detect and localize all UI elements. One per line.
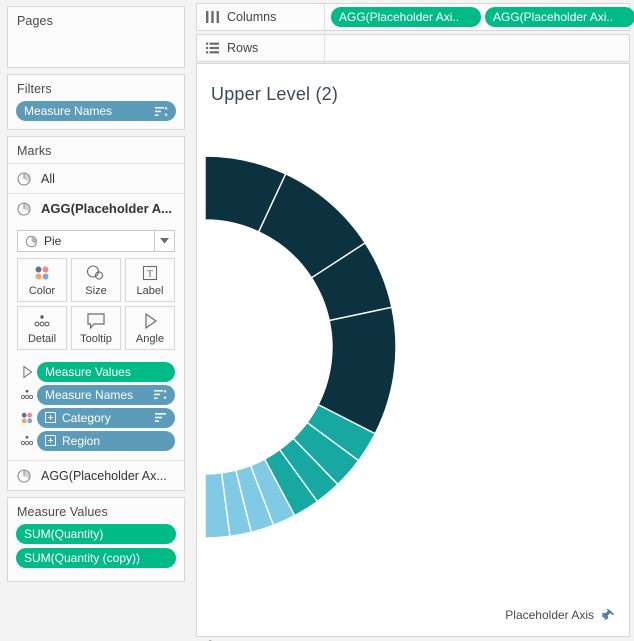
columns-shelf-label: Columns <box>227 10 277 24</box>
pie-icon <box>25 235 38 248</box>
label-text-icon: T <box>142 263 158 283</box>
color-dots-icon <box>32 263 52 283</box>
svg-text:T: T <box>147 269 153 279</box>
mark-type-label: Pie <box>44 234 62 248</box>
size-button[interactable]: Size <box>71 258 121 302</box>
columns-shelf-body[interactable]: AGG(Placeholder Axi.. AGG(Placeholder Ax… <box>325 4 634 30</box>
mark-pill-label: Region <box>62 433 101 448</box>
size-button-label: Size <box>85 285 107 297</box>
columns-shelf[interactable]: Columns AGG(Placeholder Axi.. AGG(Placeh… <box>196 3 634 31</box>
rows-shelf-label: Rows <box>227 41 259 55</box>
marks-row-agg-placeholder[interactable]: AGG(Placeholder A... <box>8 193 184 223</box>
donut-chart[interactable] <box>197 64 629 636</box>
marks-row-agg-label: AGG(Placeholder A... <box>41 201 172 216</box>
donut-segments <box>204 155 397 539</box>
size-circles-icon <box>85 263 107 283</box>
columns-pill-placeholder-axis-1[interactable]: AGG(Placeholder Axi.. <box>331 7 481 27</box>
columns-icon <box>206 11 219 23</box>
filters-title: Filters <box>17 82 52 96</box>
detail-button-label: Detail <box>27 333 57 345</box>
pin-icon[interactable] <box>601 608 615 622</box>
pages-card: Pages <box>7 6 185 68</box>
filters-card: Filters Measure Names <box>7 74 185 130</box>
marks-row-agg-placeholder-2[interactable]: AGG(Placeholder Ax... <box>8 460 184 490</box>
mark-type-wrap: Pie <box>8 223 184 258</box>
mark-pill-label: Measure Names <box>45 387 134 402</box>
chevron-down-icon[interactable] <box>154 231 174 251</box>
label-button-label: Label <box>136 285 164 297</box>
visualization-pane[interactable]: Upper Level (2) 0 Placeholder Axis <box>196 63 630 641</box>
detail-dots-icon <box>17 434 37 447</box>
axis-title[interactable]: Placeholder Axis <box>505 608 615 622</box>
mark-pill-row-category: Category <box>17 406 175 429</box>
marks-row-all[interactable]: All <box>8 163 184 193</box>
measure-value-pill-label: SUM(Quantity (copy)) <box>24 551 141 565</box>
label-button[interactable]: T Label <box>125 258 175 302</box>
mark-pill-row-region: Region <box>17 429 175 452</box>
mark-pill-region[interactable]: Region <box>37 430 175 451</box>
angle-icon <box>141 311 159 331</box>
marks-title: Marks <box>17 144 52 158</box>
expand-plus-icon[interactable] <box>45 412 56 423</box>
marks-row-agg2-label: AGG(Placeholder Ax... <box>41 468 167 483</box>
rows-shelf-body[interactable] <box>325 35 629 61</box>
measure-value-pill-label: SUM(Quantity) <box>24 527 104 541</box>
left-sidebar: Pages Filters Measure Names Marks All AG… <box>0 0 192 641</box>
mark-pill-label: Category <box>62 410 111 425</box>
expand-plus-icon[interactable] <box>45 435 56 446</box>
marks-card: Marks All AGG(Placeholder A... Pie Color… <box>7 136 185 491</box>
columns-pill-placeholder-axis-2[interactable]: AGG(Placeholder Axi.. <box>485 7 634 27</box>
measure-values-pill-list: SUM(Quantity) SUM(Quantity (copy)) <box>8 524 184 568</box>
tooltip-button-label: Tooltip <box>80 333 112 345</box>
columns-pill-label: AGG(Placeholder Axi.. <box>339 10 460 24</box>
tooltip-icon <box>86 311 106 331</box>
mark-property-buttons: Color Size T Label Detail Tooltip Angle <box>8 258 184 358</box>
mark-pill-measure-names[interactable]: Measure Names <box>37 384 175 405</box>
mark-pill-row-measure-names: Measure Names <box>17 383 175 406</box>
measure-values-card: Measure Values SUM(Quantity) SUM(Quantit… <box>7 497 185 582</box>
angle-button-label: Angle <box>135 333 165 345</box>
filter-sort-icon[interactable] <box>154 389 167 400</box>
color-button-label: Color <box>28 285 56 297</box>
tooltip-button[interactable]: Tooltip <box>71 306 121 350</box>
mark-type-dropdown[interactable]: Pie <box>17 230 175 252</box>
angle-icon <box>17 365 37 379</box>
pages-title: Pages <box>17 14 53 28</box>
marks-row-all-label: All <box>41 171 55 186</box>
angle-button[interactable]: Angle <box>125 306 175 350</box>
filter-pill-label: Measure Names <box>24 104 113 118</box>
filter-sort-icon[interactable] <box>155 106 168 117</box>
main-area: Columns AGG(Placeholder Axi.. AGG(Placeh… <box>192 0 634 641</box>
detail-dots-icon <box>17 388 37 401</box>
measure-value-pill-quantity[interactable]: SUM(Quantity) <box>16 524 176 544</box>
detail-button[interactable]: Detail <box>17 306 67 350</box>
mark-pill-label: Measure Values <box>45 364 131 379</box>
mark-pill-row-measure-values: Measure Values <box>17 360 175 383</box>
rows-icon <box>206 42 219 54</box>
sort-icon[interactable] <box>155 412 167 423</box>
pie-icon <box>17 468 31 483</box>
pie-icon <box>17 201 31 216</box>
rows-shelf-header: Rows <box>197 35 325 61</box>
axis-title-label: Placeholder Axis <box>505 608 594 622</box>
tableau-worksheet: Pages Filters Measure Names Marks All AG… <box>0 0 634 641</box>
color-button[interactable]: Color <box>17 258 67 302</box>
mark-pill-category[interactable]: Category <box>37 407 175 428</box>
columns-pill-label: AGG(Placeholder Axi.. <box>493 10 614 24</box>
filter-pill-measure-names[interactable]: Measure Names <box>16 101 176 121</box>
measure-values-title: Measure Values <box>17 505 108 519</box>
measure-value-pill-quantity-copy[interactable]: SUM(Quantity (copy)) <box>16 548 176 568</box>
color-dots-icon <box>17 410 37 426</box>
rows-shelf[interactable]: Rows <box>196 34 630 62</box>
mark-pill-measure-values[interactable]: Measure Values <box>37 361 175 382</box>
columns-shelf-header: Columns <box>197 4 325 30</box>
detail-dots-icon <box>31 311 53 331</box>
pie-icon <box>17 171 31 186</box>
filters-pill-list: Measure Names <box>8 101 184 121</box>
mark-pill-list: Measure Values Measure Names Category Re… <box>8 358 184 460</box>
